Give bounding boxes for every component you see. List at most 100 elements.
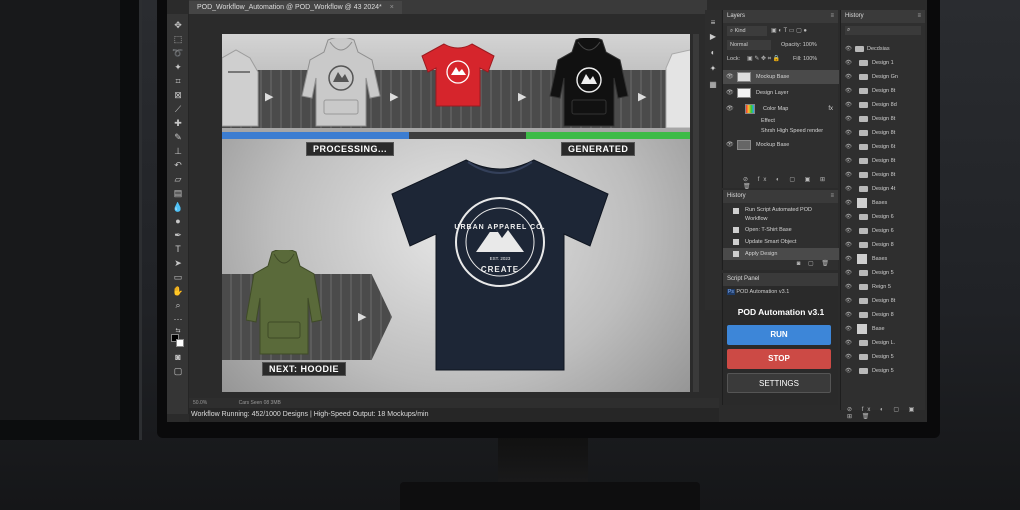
history-right-item[interactable]: 👁 Design 8t <box>841 84 926 98</box>
type-tool-icon[interactable]: T <box>172 244 184 254</box>
visibility-eye-icon[interactable]: 👁 <box>845 56 852 70</box>
search-input[interactable]: ⌕ <box>845 26 921 35</box>
visibility-eye-icon[interactable]: 👁 <box>845 364 852 378</box>
history-right-item[interactable]: 👁 Design 8t <box>841 154 926 168</box>
shape-tool-icon[interactable]: ▭ <box>172 272 184 282</box>
visibility-eye-icon[interactable]: 👁 <box>845 98 852 112</box>
blend-mode-select[interactable]: Normal <box>727 40 771 50</box>
visibility-eye-icon[interactable]: 👁 <box>845 210 852 224</box>
adjustments-icon[interactable]: ◐ <box>708 48 718 58</box>
canvas-vertical-scrollbar[interactable] <box>693 34 699 392</box>
run-button[interactable]: RUN <box>727 325 831 345</box>
layer-row[interactable]: 👁 Mockup Base <box>723 70 839 84</box>
clone-stamp-icon[interactable]: ⊥ <box>172 146 184 156</box>
history-right-item[interactable]: 👁 Design 8 <box>841 238 926 252</box>
history-right-item[interactable]: 👁 Design 6t <box>841 140 926 154</box>
history-right-item[interactable]: 👁 Base <box>841 322 926 336</box>
eraser-icon[interactable]: ▱ <box>172 174 184 184</box>
history-right-item[interactable]: 👁 Design Gn <box>841 70 926 84</box>
panel-menu-icon[interactable]: ≡ <box>830 10 834 23</box>
background-color-swatch[interactable] <box>176 339 184 347</box>
history-right-item[interactable]: 👁 Reign 5 <box>841 280 926 294</box>
visibility-eye-icon[interactable]: 👁 <box>845 252 852 266</box>
history-right-item[interactable]: 👁 Bases <box>841 196 926 210</box>
properties-icon[interactable]: ≡ <box>708 18 718 28</box>
more-tools-icon[interactable]: ⋯ <box>172 314 184 324</box>
history-right-item[interactable]: 👁 Design L. <box>841 336 926 350</box>
history-brush-icon[interactable]: ↶ <box>172 160 184 170</box>
marquee-tool-icon[interactable]: ⬚ <box>172 34 184 44</box>
magic-wand-icon[interactable]: ✦ <box>172 62 184 72</box>
history-actions-icons[interactable]: ◙ ▢ 🗑 <box>797 260 832 267</box>
history-right-item[interactable]: 👁 Design 5 <box>841 364 926 378</box>
visibility-eye-icon[interactable]: 👁 <box>845 350 852 364</box>
visibility-eye-icon[interactable]: 👁 <box>726 86 734 100</box>
crop-tool-icon[interactable]: ⌗ <box>172 76 184 86</box>
layer-row[interactable]: 👁 Design Layer <box>723 86 839 100</box>
brush-tool-icon[interactable]: ✎ <box>172 132 184 142</box>
visibility-eye-icon[interactable]: 👁 <box>845 238 852 252</box>
panel-menu-icon[interactable]: ≡ <box>917 10 921 23</box>
visibility-eye-icon[interactable]: 👁 <box>845 322 852 336</box>
layer-row[interactable]: 👁 Mockup Base <box>723 138 839 152</box>
visibility-eye-icon[interactable]: 👁 <box>845 140 852 154</box>
history-item[interactable]: Apply Design <box>723 248 839 260</box>
visibility-eye-icon[interactable]: 👁 <box>845 70 852 84</box>
visibility-eye-icon[interactable]: 👁 <box>845 168 852 182</box>
swatches-icon[interactable]: ▦ <box>708 80 718 90</box>
document-tab[interactable]: POD_Workflow_Automation @ POD_Workflow @… <box>189 1 402 14</box>
gradient-tool-icon[interactable]: ▤ <box>172 188 184 198</box>
visibility-eye-icon[interactable]: 👁 <box>845 224 852 238</box>
visibility-eye-icon[interactable]: 👁 <box>845 280 852 294</box>
fill-field[interactable]: Fill: 100% <box>793 54 817 64</box>
history-right-item[interactable]: 👁 Design 4t <box>841 182 926 196</box>
visibility-eye-icon[interactable]: 👁 <box>845 112 852 126</box>
styles-icon[interactable]: ✦ <box>708 64 718 74</box>
history-right-item[interactable]: 👁 Design 8t <box>841 112 926 126</box>
layer-filter-icons[interactable]: ▣ ◐ T ▭ ▢ ● <box>771 26 835 36</box>
layer-actions-icons[interactable]: ⊘ fx ◐ ▢ ▣ ⊞ 🗑 <box>743 176 838 190</box>
blur-tool-icon[interactable]: 💧 <box>172 202 184 212</box>
visibility-eye-icon[interactable]: 👁 <box>845 336 852 350</box>
visibility-eye-icon[interactable]: 👁 <box>845 42 852 56</box>
opacity-field[interactable]: Opacity: 100% <box>781 40 817 50</box>
settings-button[interactable]: SETTINGS <box>727 373 831 393</box>
dodge-tool-icon[interactable]: ● <box>172 216 184 226</box>
history-right-item[interactable]: 👁 Design 6 <box>841 224 926 238</box>
eyedropper-icon[interactable]: ⟋ <box>172 104 184 114</box>
visibility-eye-icon[interactable]: 👁 <box>845 154 852 168</box>
frame-tool-icon[interactable]: ⊠ <box>172 90 184 100</box>
close-icon[interactable]: × <box>390 4 394 11</box>
play-action-icon[interactable]: ▶ <box>708 32 718 42</box>
lasso-tool-icon[interactable]: ➰ <box>172 48 184 58</box>
healing-brush-icon[interactable]: ✚ <box>172 118 184 128</box>
history-right-item[interactable]: 👁 Design 8 <box>841 308 926 322</box>
history-right-item[interactable]: 👁 Design 8t <box>841 126 926 140</box>
visibility-eye-icon[interactable]: 👁 <box>726 70 734 84</box>
visibility-eye-icon[interactable]: 👁 <box>845 294 852 308</box>
visibility-eye-icon[interactable]: 👁 <box>726 138 734 152</box>
visibility-eye-icon[interactable]: 👁 <box>845 84 852 98</box>
history-right-item[interactable]: 👁 Design 8t <box>841 294 926 308</box>
pen-tool-icon[interactable]: ✒ <box>172 230 184 240</box>
zoom-tool-icon[interactable]: ⌕ <box>172 300 184 310</box>
history-right-item[interactable]: 👁 Design 1 <box>841 56 926 70</box>
history-item[interactable]: Update Smart Object <box>723 236 839 248</box>
history-right-item[interactable]: 👁 Bases <box>841 252 926 266</box>
history-right-item[interactable]: 👁 Design 5 <box>841 266 926 280</box>
visibility-eye-icon[interactable]: 👁 <box>845 266 852 280</box>
history-right-item[interactable]: 👁 Design 8t <box>841 168 926 182</box>
visibility-eye-icon[interactable]: 👁 <box>845 182 852 196</box>
history-item[interactable]: Open: T-Shirt Base <box>723 224 839 236</box>
screen-mode-icon[interactable]: ▢ <box>172 366 184 376</box>
document-canvas[interactable]: ▶ ▶ ▶ ▶ PROCESSING... GENERATED URBAN AP… <box>222 34 690 392</box>
history-right-item[interactable]: 👁 Design 8d <box>841 98 926 112</box>
panel-menu-icon[interactable]: ≡ <box>830 190 834 203</box>
path-select-icon[interactable]: ➤ <box>172 258 184 268</box>
move-tool-icon[interactable]: ✥ <box>172 20 184 30</box>
zoom-level[interactable]: 50.0% <box>193 400 207 406</box>
visibility-eye-icon[interactable]: 👁 <box>845 196 852 210</box>
stop-button[interactable]: STOP <box>727 349 831 369</box>
layer-effect-row[interactable]: Shrsh High Speed render <box>723 124 839 138</box>
quick-mask-icon[interactable]: ◙ <box>172 352 184 362</box>
